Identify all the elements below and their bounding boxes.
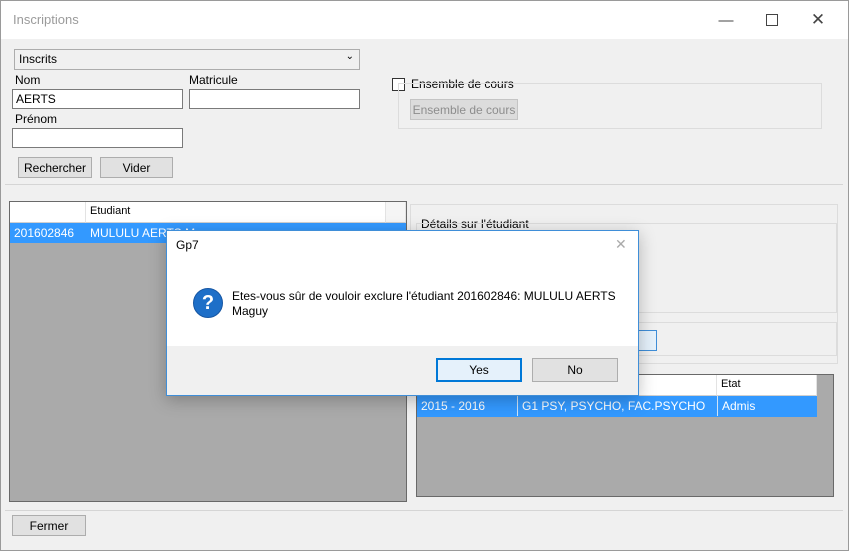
prenom-input[interactable] xyxy=(12,128,183,148)
question-icon: ? xyxy=(193,288,223,318)
dialog-close-icon[interactable]: ✕ xyxy=(615,236,627,253)
matricule-input[interactable] xyxy=(189,89,360,109)
window-title: Inscriptions xyxy=(13,12,79,27)
rechercher-button[interactable]: Rechercher xyxy=(18,157,92,178)
status-combo[interactable]: Inscrits ⌄ xyxy=(14,49,360,70)
students-header-filler xyxy=(386,202,406,223)
row-matricule: 201602846 xyxy=(14,226,75,240)
row-programme: G1 PSY, PSYCHO, FAC.PSYCHO xyxy=(517,396,717,416)
minimize-icon[interactable]: — xyxy=(703,1,749,39)
students-header-0[interactable] xyxy=(10,202,86,223)
confirm-dialog: Gp7 ✕ ? Etes-vous sûr de vouloir exclure… xyxy=(166,230,639,396)
matricule-label: Matricule xyxy=(189,73,238,87)
dialog-message-line1: Etes-vous sûr de vouloir exclure l'étudi… xyxy=(232,289,616,303)
fermer-button[interactable]: Fermer xyxy=(12,515,86,536)
status-combo-value: Inscrits xyxy=(19,52,58,66)
separator xyxy=(5,184,843,185)
nom-input[interactable]: AERTS xyxy=(12,89,183,109)
ensemble-cours-button[interactable]: Ensemble de cours xyxy=(410,99,518,120)
table-row[interactable]: 2015 - 2016 G1 PSY, PSYCHO, FAC.PSYCHO A… xyxy=(417,396,817,417)
prenom-label: Prénom xyxy=(15,112,58,126)
inscriptions-header-etat[interactable]: Etat xyxy=(717,375,817,396)
maximize-icon[interactable] xyxy=(749,1,795,39)
title-bar: Inscriptions — ✕ xyxy=(1,1,848,39)
dialog-footer: Yes No xyxy=(167,346,638,395)
no-button[interactable]: No xyxy=(532,358,618,382)
chevron-down-icon: ⌄ xyxy=(345,51,354,62)
dialog-message-line2: Maguy xyxy=(232,304,269,318)
row-annee: 2015 - 2016 xyxy=(421,399,486,413)
vider-button[interactable]: Vider xyxy=(100,157,173,178)
nom-label: Nom xyxy=(15,73,41,87)
students-header-etudiant[interactable]: Etudiant xyxy=(86,202,386,223)
yes-button[interactable]: Yes xyxy=(436,358,522,382)
footer-separator xyxy=(5,510,843,511)
close-icon[interactable]: ✕ xyxy=(795,1,841,39)
dialog-title: Gp7 xyxy=(176,238,199,252)
row-etat: Admis xyxy=(717,396,817,416)
